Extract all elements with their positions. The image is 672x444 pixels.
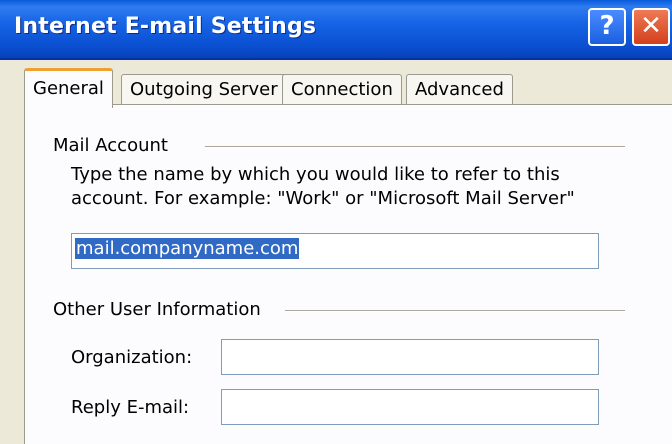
description-line-2: account. For example: "Work" or "Microso… <box>71 188 575 209</box>
tab-advanced[interactable]: Advanced <box>406 74 513 108</box>
description-line-1: Type the name by which you would like to… <box>71 164 560 185</box>
title-bar[interactable]: Internet E-mail Settings ? ✕ <box>0 0 672 60</box>
mail-account-group-label: Mail Account <box>53 135 168 156</box>
general-tab-panel: Mail Account Type the name by which you … <box>24 104 672 444</box>
other-user-info-divider <box>285 310 625 312</box>
internet-email-settings-dialog: Internet E-mail Settings ? ✕ General Out… <box>0 0 672 444</box>
close-button[interactable]: ✕ <box>632 8 670 46</box>
question-mark-icon: ? <box>599 11 615 41</box>
mail-account-divider <box>205 146 625 148</box>
account-name-selected-text: mail.companyname.com <box>75 238 300 259</box>
organization-label: Organization: <box>71 347 193 368</box>
organization-input[interactable] <box>221 339 599 375</box>
reply-email-label: Reply E-mail: <box>71 397 190 418</box>
close-icon: ✕ <box>640 11 662 41</box>
tab-general[interactable]: General <box>24 68 113 108</box>
account-name-description: Type the name by which you would like to… <box>71 163 631 211</box>
reply-email-input[interactable] <box>221 389 599 425</box>
tab-connection[interactable]: Connection <box>282 74 402 108</box>
window-title: Internet E-mail Settings <box>14 14 317 39</box>
other-user-info-group-label: Other User Information <box>53 299 261 320</box>
help-button[interactable]: ? <box>588 8 626 46</box>
account-name-input[interactable]: mail.companyname.com <box>71 233 599 269</box>
tab-outgoing-server[interactable]: Outgoing Server <box>121 74 287 108</box>
